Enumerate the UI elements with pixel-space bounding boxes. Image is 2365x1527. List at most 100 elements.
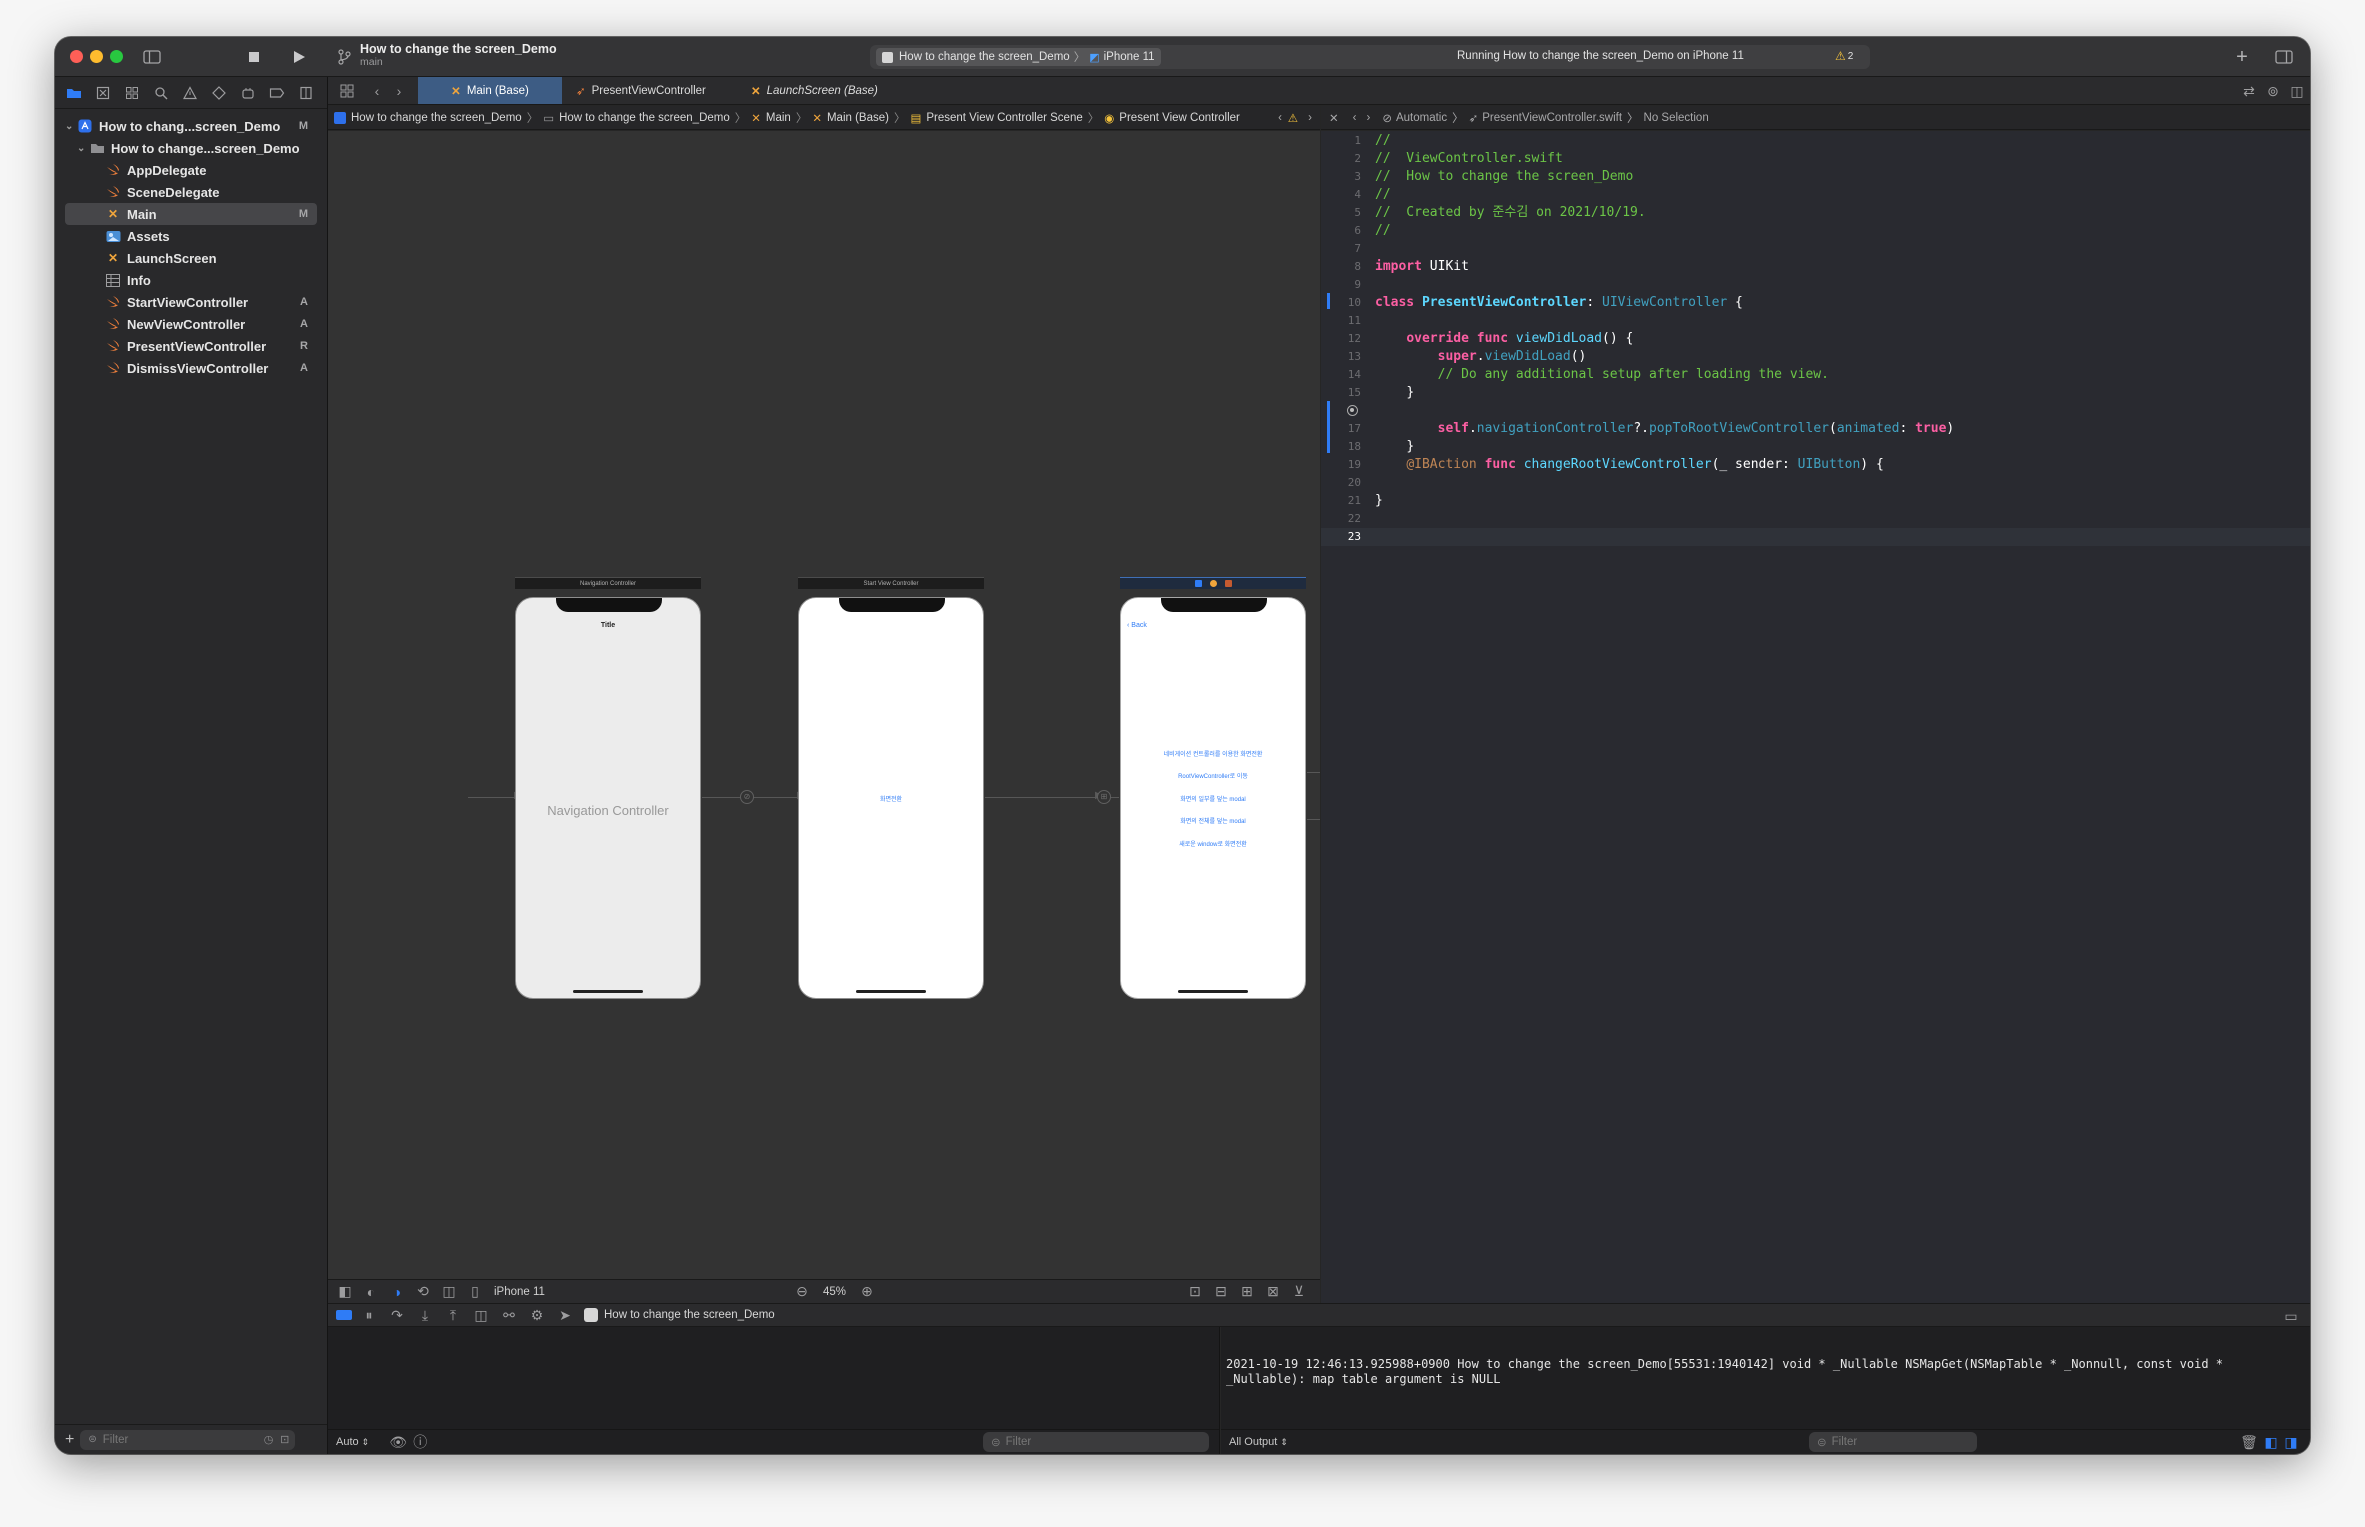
- add-constraints-icon[interactable]: ⊞: [1236, 1281, 1258, 1303]
- tab-launchscreen-base[interactable]: ✕ LaunchScreen (Base): [737, 77, 912, 104]
- root-vc-button[interactable]: RootViewController로 이동: [1121, 771, 1305, 780]
- tab-main-base[interactable]: ✕ Main (Base): [418, 77, 562, 104]
- tree-item-appdelegate[interactable]: AppDelegate: [65, 159, 317, 181]
- change-screen-button[interactable]: 화면전환: [799, 794, 983, 803]
- scene-header-start[interactable]: Start View Controller: [798, 577, 984, 589]
- tree-item-presentviewcontroller[interactable]: PresentViewController R: [65, 335, 317, 357]
- split-editor-icon[interactable]: ◫: [2286, 80, 2308, 102]
- issue-icon[interactable]: [179, 82, 201, 104]
- partial-modal-button[interactable]: 화면의 일부를 덮는 modal: [1121, 794, 1305, 803]
- device-icon[interactable]: ▯: [464, 1281, 486, 1303]
- tree-item-launchscreen[interactable]: ✕ LaunchScreen: [65, 247, 317, 269]
- previous-issue-icon[interactable]: ‹: [1278, 112, 1282, 124]
- memory-graph-icon[interactable]: ⚯: [498, 1304, 520, 1326]
- breakpoints-toggle-icon[interactable]: [336, 1310, 352, 1320]
- orientation-icon[interactable]: ⟲: [412, 1281, 434, 1303]
- sidebar-toggle-icon[interactable]: [141, 46, 163, 68]
- back-button[interactable]: ‹ Back: [1127, 622, 1147, 629]
- run-icon[interactable]: [288, 46, 310, 68]
- refresh-icon[interactable]: ⇄: [2238, 80, 2260, 102]
- symbol-icon[interactable]: [121, 82, 143, 104]
- start-view-controller-scene[interactable]: 화면전환: [798, 597, 984, 999]
- recent-files-icon[interactable]: ◷: [264, 1433, 274, 1446]
- tree-item-startviewcontroller[interactable]: StartViewController A: [65, 291, 317, 313]
- layout-direction-icon[interactable]: ◫: [438, 1281, 460, 1303]
- show-variables-icon[interactable]: ◧: [2260, 1431, 2282, 1453]
- trash-icon[interactable]: 🗑: [2238, 1431, 2260, 1453]
- disclosure-open-icon[interactable]: ⌄: [77, 143, 89, 154]
- quick-look-icon[interactable]: 👁: [387, 1431, 409, 1453]
- folder-icon[interactable]: [63, 82, 85, 104]
- pause-icon[interactable]: ⏸: [358, 1304, 380, 1326]
- tree-group-row[interactable]: ⌄ How to change...screen_Demo: [65, 137, 317, 159]
- hide-debug-area-icon[interactable]: ▭: [2280, 1305, 2302, 1327]
- full-modal-button[interactable]: 화면의 전체를 덮는 modal: [1121, 816, 1305, 825]
- new-window-button[interactable]: 새로운 window로 화면전환: [1121, 839, 1305, 848]
- show-console-icon[interactable]: ◨: [2280, 1431, 2302, 1453]
- jumpbar-item[interactable]: Present View Controller: [1119, 112, 1240, 124]
- add-icon[interactable]: +: [2231, 46, 2253, 68]
- forward-icon[interactable]: ›: [388, 80, 410, 102]
- view-debugger-icon[interactable]: ◫: [470, 1304, 492, 1326]
- variables-filter-field[interactable]: ⊜ Filter: [983, 1432, 1209, 1452]
- show-segue-icon[interactable]: ⊞: [1097, 790, 1111, 804]
- related-items-icon[interactable]: ⊘: [1382, 111, 1392, 125]
- align-icon[interactable]: ⊟: [1210, 1281, 1232, 1303]
- jumpbar-item[interactable]: Present View Controller Scene: [926, 112, 1082, 124]
- tree-item-info[interactable]: Info: [65, 269, 317, 291]
- warnings-badge[interactable]: ⚠ 2: [1835, 49, 1853, 63]
- close-editor-icon[interactable]: ✕: [1329, 111, 1339, 125]
- source-editor[interactable]: 1// 2// ViewController.swift 3// How to …: [1321, 131, 2310, 1303]
- tree-item-main[interactable]: ✕ Main M: [65, 203, 317, 225]
- zoom-in-icon[interactable]: ⊕: [856, 1281, 878, 1303]
- step-into-icon[interactable]: ⤓: [414, 1304, 436, 1326]
- storyboard-canvas[interactable]: ▶ Navigation Controller Title Navigation…: [328, 131, 1320, 1279]
- zoom-window-button[interactable]: [110, 50, 123, 63]
- dark-mode-icon[interactable]: ◑: [386, 1281, 408, 1303]
- disclosure-open-icon[interactable]: ⌄: [65, 121, 77, 132]
- ibaction-connection-icon[interactable]: [1347, 405, 1358, 416]
- editor-grid-icon[interactable]: [336, 80, 358, 102]
- tab-presentviewcontroller[interactable]: ➶ PresentViewController: [562, 77, 737, 104]
- jumpbar-selection[interactable]: No Selection: [1644, 112, 1709, 124]
- review-icon[interactable]: ⊚: [2262, 80, 2284, 102]
- jumpbar-item[interactable]: How to change the screen_Demo: [559, 112, 730, 124]
- present-view-controller-scene[interactable]: ‹ Back 네비게이션 컨트롤러를 이용한 화면전환 RootViewCont…: [1120, 597, 1306, 999]
- jumpbar-item[interactable]: Main: [766, 112, 791, 124]
- test-icon[interactable]: [208, 82, 230, 104]
- appearance-icon[interactable]: ◐: [360, 1281, 382, 1303]
- navigation-controller-scene[interactable]: Title Navigation Controller: [515, 597, 701, 999]
- scene-header-navigation[interactable]: Navigation Controller: [515, 577, 701, 589]
- next-issue-icon[interactable]: ›: [1308, 112, 1312, 124]
- tree-item-assets[interactable]: Assets: [65, 225, 317, 247]
- debug-process-label[interactable]: How to change the screen_Demo: [604, 1309, 775, 1321]
- variables-view[interactable]: Auto ⇕ 👁 ⓘ ⊜ Filter: [328, 1327, 1220, 1454]
- exit-dock-icon[interactable]: [1224, 580, 1232, 587]
- scene-header-present[interactable]: [1120, 577, 1306, 589]
- minimize-window-button[interactable]: [90, 50, 103, 63]
- tree-project-row[interactable]: ⌄ How to chang...screen_Demo M: [65, 115, 317, 137]
- tree-item-newviewcontroller[interactable]: NewViewController A: [65, 313, 317, 335]
- console-filter-field[interactable]: ⊜ Filter: [1809, 1432, 1977, 1452]
- inspector-toggle-icon[interactable]: [2273, 46, 2295, 68]
- add-file-icon[interactable]: +: [65, 1431, 74, 1449]
- first-responder-dock-icon[interactable]: [1209, 580, 1217, 587]
- forward-icon[interactable]: ›: [1366, 112, 1370, 124]
- console-view[interactable]: 2021-10-19 12:46:13.925988+0900 How to c…: [1221, 1327, 2310, 1454]
- step-over-icon[interactable]: ↷: [386, 1304, 408, 1326]
- environment-overrides-icon[interactable]: ⚙: [526, 1304, 548, 1326]
- zoom-out-icon[interactable]: ⊖: [791, 1281, 813, 1303]
- jumpbar-file[interactable]: PresentViewController.swift: [1482, 112, 1622, 124]
- info-icon[interactable]: ⓘ: [409, 1431, 431, 1453]
- variables-mode-select[interactable]: Auto: [336, 1436, 359, 1448]
- navigator-filter-field[interactable]: ⊜ Filter ◷ ⊡: [80, 1429, 296, 1450]
- scm-filter-icon[interactable]: ⊡: [280, 1433, 289, 1446]
- back-icon[interactable]: ‹: [366, 80, 388, 102]
- jumpbar-item[interactable]: Main (Base): [827, 112, 889, 124]
- navigation-transition-button[interactable]: 네비게이션 컨트롤러를 이용한 화면전환: [1121, 749, 1305, 758]
- jumpbar-mode[interactable]: Automatic: [1396, 112, 1447, 124]
- device-config-label[interactable]: iPhone 11: [494, 1286, 545, 1298]
- document-outline-icon[interactable]: ◧: [334, 1281, 356, 1303]
- report-navigator-icon[interactable]: [295, 82, 317, 104]
- tree-item-scenedelegate[interactable]: SceneDelegate: [65, 181, 317, 203]
